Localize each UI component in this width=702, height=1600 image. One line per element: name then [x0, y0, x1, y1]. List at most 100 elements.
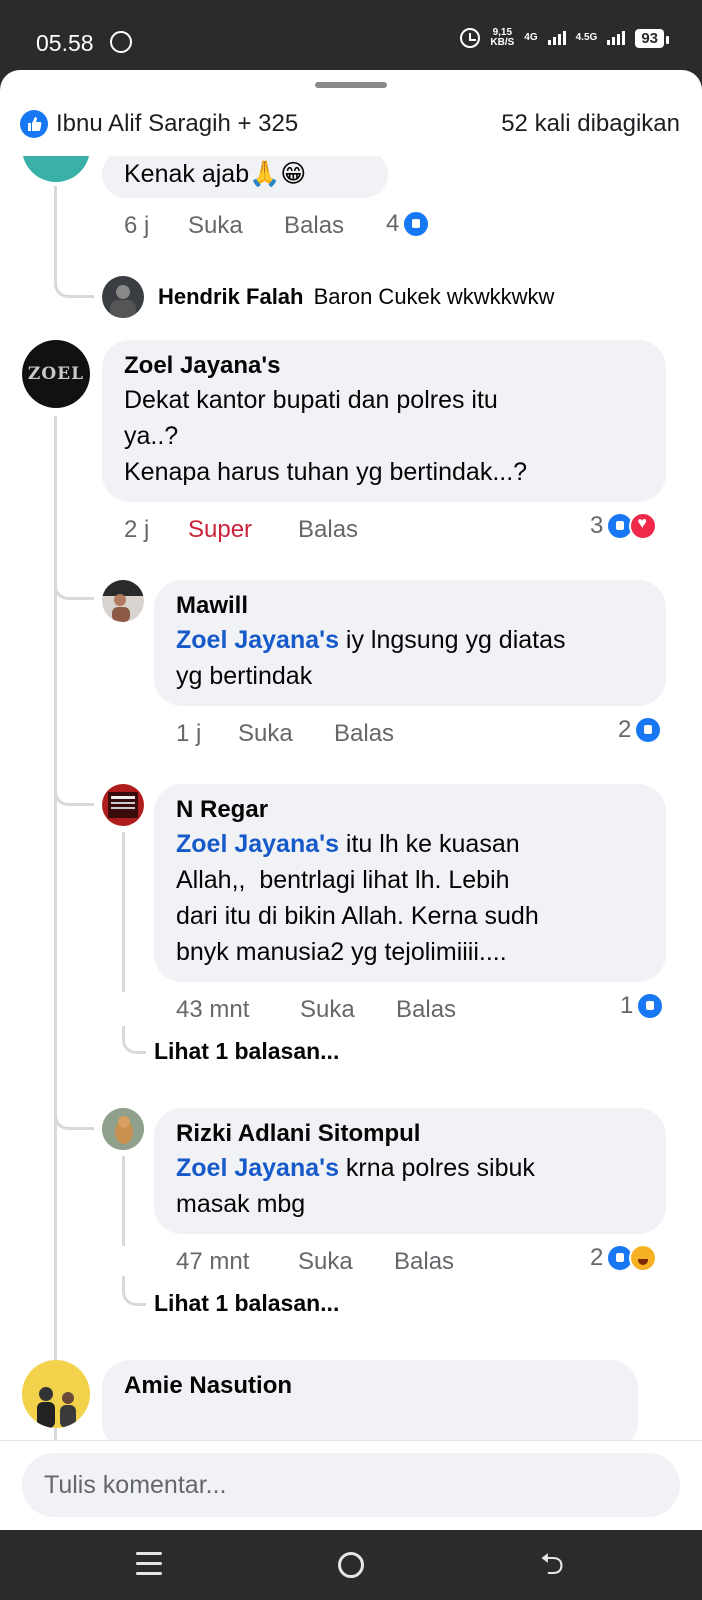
- thread-elbow: [54, 760, 94, 806]
- whatsapp-icon: [110, 31, 132, 53]
- comment-text: Kenak ajab🙏😁: [124, 160, 307, 188]
- reactors-text: Ibnu Alif Saragih + 325: [56, 110, 299, 137]
- thread-elbow: [54, 1076, 94, 1130]
- reply-button[interactable]: Balas: [396, 996, 456, 1024]
- comment-list[interactable]: Kenak ajab🙏😁 6 j Suka Balas 4 Hendrik Fa…: [0, 156, 702, 1440]
- reactions-summary[interactable]: Ibnu Alif Saragih + 325 52 kali dibagika…: [0, 100, 702, 160]
- avatar[interactable]: ZOEL: [22, 340, 90, 408]
- reaction-number: 2: [590, 1244, 604, 1271]
- thread-line: [122, 1156, 125, 1246]
- reaction-count[interactable]: 3: [590, 512, 658, 540]
- avatar-logo-text: ZOEL: [27, 364, 85, 384]
- avatar[interactable]: [102, 784, 144, 826]
- comment-text: itu lh ke kuasan: [338, 830, 520, 858]
- reply-button[interactable]: Balas: [284, 212, 344, 240]
- comment-text-line: ya..?: [124, 422, 179, 450]
- comment-actions: 1 j Suka Balas: [176, 720, 394, 748]
- avatar[interactable]: [102, 1108, 144, 1150]
- shares-count[interactable]: 52 kali dibagikan: [501, 110, 680, 138]
- comment-author[interactable]: Amie Nasution: [124, 1370, 616, 1402]
- comment-actions: 43 mnt Suka Balas: [176, 996, 456, 1024]
- collapsed-reply[interactable]: Hendrik Falah Baron Cukek wkwkkwkw: [158, 284, 554, 310]
- comment-text: iy lngsung yg diatas: [338, 626, 566, 654]
- love-reaction-icon: [629, 512, 658, 540]
- reply-button[interactable]: Balas: [298, 516, 358, 544]
- like-reaction-icon: [634, 716, 663, 744]
- reaction-number: 4: [386, 210, 400, 237]
- mention-link[interactable]: Zoel Jayana's: [176, 626, 339, 654]
- reply-button[interactable]: Balas: [394, 1248, 454, 1276]
- comment-author[interactable]: Mawill: [176, 590, 644, 622]
- thread-elbow: [54, 256, 94, 298]
- mention-link[interactable]: Zoel Jayana's: [176, 1154, 339, 1182]
- net-speed: 9,15 KB/S: [490, 28, 514, 48]
- super-reaction-button[interactable]: Super: [188, 516, 298, 544]
- comment-time: 2 j: [124, 516, 150, 543]
- comment-actions: 6 j Suka Balas: [124, 212, 344, 240]
- home-icon[interactable]: [338, 1552, 364, 1578]
- status-time: 05.58: [36, 30, 94, 56]
- reaction-number: 1: [620, 992, 634, 1019]
- comment-text-line: Dekat kantor bupati dan polres itu: [124, 386, 498, 414]
- signal-bars-1-icon: [547, 31, 566, 45]
- sim1-label: 4G: [524, 32, 538, 43]
- comment-bubble[interactable]: Rizki Adlani Sitompul Zoel Jayana's krna…: [154, 1108, 666, 1234]
- status-icons: 9,15 KB/S 4G 4.5G 93: [460, 28, 669, 48]
- like-reaction-icon: [402, 210, 431, 238]
- comment-text-line: dari itu di bikin Allah. Kerna sudh: [176, 902, 539, 930]
- reaction-count[interactable]: 2: [618, 716, 663, 744]
- comment-author[interactable]: Zoel Jayana's: [124, 350, 644, 382]
- reaction-number: 3: [590, 512, 604, 539]
- drag-handle[interactable]: [315, 82, 387, 88]
- comment-text-line: Allah,, bentrlagi lihat lh. Lebih: [176, 866, 510, 894]
- back-icon[interactable]: ⮌: [540, 1550, 564, 1580]
- reply-button[interactable]: Balas: [334, 720, 394, 748]
- comment-time: 43 mnt: [176, 996, 250, 1023]
- comment-author[interactable]: Rizki Adlani Sitompul: [176, 1118, 644, 1150]
- like-button[interactable]: Suka: [238, 720, 334, 748]
- comment-text-line: yg bertindak: [176, 662, 313, 690]
- haha-reaction-icon: [629, 1244, 658, 1272]
- comments-sheet: Ibnu Alif Saragih + 325 52 kali dibagika…: [0, 70, 702, 1530]
- comment-text-line: masak mbg: [176, 1190, 306, 1218]
- net-speed-unit: KB/S: [490, 37, 515, 48]
- comment-bubble[interactable]: Amie Nasution: [102, 1360, 638, 1440]
- comment-bubble[interactable]: Mawill Zoel Jayana's iy lngsung yg diata…: [154, 580, 666, 706]
- like-button[interactable]: Suka: [300, 996, 396, 1024]
- comment-input[interactable]: [22, 1453, 680, 1517]
- thread-elbow: [122, 1276, 146, 1306]
- comment-text: krna polres sibuk: [338, 1154, 535, 1182]
- see-replies-link[interactable]: Lihat 1 balasan...: [154, 1290, 339, 1317]
- system-nav-bar: ⮌: [0, 1530, 702, 1600]
- reaction-count[interactable]: 1: [620, 992, 665, 1020]
- reply-author: Hendrik Falah: [158, 284, 304, 309]
- battery-icon: 93: [635, 28, 669, 48]
- comment-time: 1 j: [176, 720, 202, 747]
- avatar[interactable]: [102, 580, 144, 622]
- comment-time: 6 j: [124, 212, 150, 239]
- thread-elbow: [122, 1026, 146, 1054]
- mention-link[interactable]: Zoel Jayana's: [176, 830, 339, 858]
- comment-bubble[interactable]: Zoel Jayana's Dekat kantor bupati dan po…: [102, 340, 666, 502]
- avatar[interactable]: [102, 276, 144, 318]
- thread-line: [122, 832, 125, 992]
- status-bar: 05.58 9,15 KB/S 4G 4.5G 93: [0, 0, 702, 70]
- comment-author[interactable]: N Regar: [176, 794, 644, 826]
- comment-actions: 47 mnt Suka Balas: [176, 1248, 454, 1276]
- comment-bubble[interactable]: Kenak ajab🙏😁: [102, 156, 388, 198]
- avatar[interactable]: [22, 1360, 90, 1428]
- reaction-count[interactable]: 2: [590, 1244, 658, 1272]
- thread-elbow: [54, 554, 94, 600]
- avatar[interactable]: [22, 156, 90, 182]
- sim2-label: 4.5G: [575, 32, 598, 43]
- like-icon: [20, 110, 48, 138]
- like-reaction-icon: [636, 992, 665, 1020]
- alarm-icon: [460, 28, 481, 48]
- like-button[interactable]: Suka: [298, 1248, 394, 1276]
- comment-bubble[interactable]: N Regar Zoel Jayana's itu lh ke kuasan A…: [154, 784, 666, 982]
- see-replies-link[interactable]: Lihat 1 balasan...: [154, 1038, 339, 1065]
- recent-apps-icon[interactable]: [136, 1552, 162, 1576]
- reaction-count[interactable]: 4: [386, 210, 431, 238]
- reply-text: Baron Cukek wkwkkwkw: [313, 284, 555, 309]
- like-button[interactable]: Suka: [188, 212, 284, 240]
